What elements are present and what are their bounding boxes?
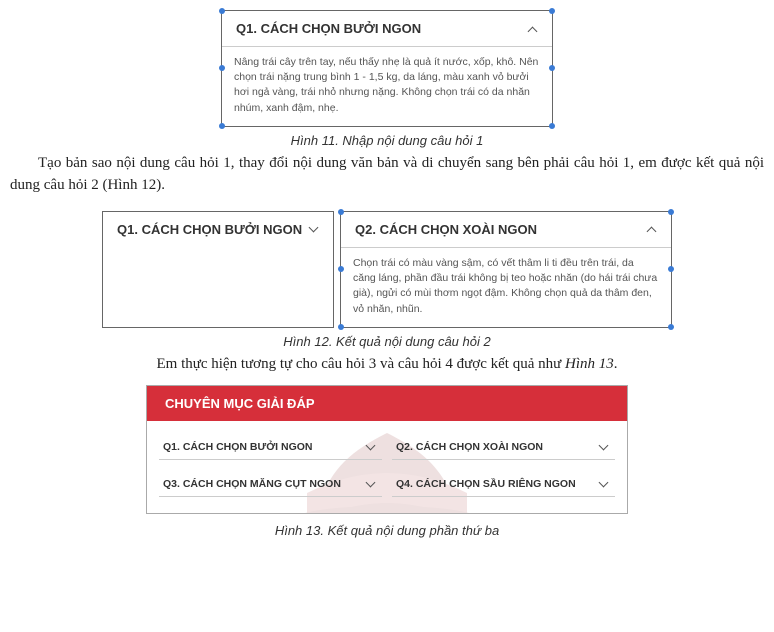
paragraph-1: Tạo bản sao nội dung câu hỏi 1, thay đổi… — [10, 152, 764, 197]
chevron-up-icon — [528, 24, 538, 34]
faq-section: CHUYÊN MỤC GIẢI ĐÁP Q1. CÁCH CHỌN BƯỞI N… — [146, 385, 628, 514]
accordion-title: Q1. CÁCH CHỌN BƯỞI NGON — [236, 21, 421, 36]
accordion-title: Q1. CÁCH CHỌN BƯỞI NGON — [117, 222, 302, 237]
chevron-down-icon — [366, 479, 376, 489]
figure-11: Q1. CÁCH CHỌN BƯỞI NGON Nâng trái cây tr… — [10, 10, 764, 148]
selection-handle — [549, 123, 555, 129]
selection-handle — [549, 65, 555, 71]
accordion-q4[interactable]: Q4. CÁCH CHỌN SẦU RIÊNG NGON — [392, 472, 615, 497]
chevron-down-icon — [599, 479, 609, 489]
figure-12: Q1. CÁCH CHỌN BƯỞI NGON Q2. CÁCH CHỌN XO… — [10, 211, 764, 349]
paragraph-2-text-a: Em thực hiện tương tự cho câu hỏi 3 và c… — [156, 356, 565, 372]
accordion-body: Chọn trái có màu vàng sậm, có vết thâm l… — [341, 248, 671, 327]
figure-caption: Hình 13. Kết quả nội dung phần thứ ba — [10, 523, 764, 538]
chevron-down-icon — [599, 442, 609, 452]
paragraph-2-text-c: . — [614, 356, 618, 372]
accordion-q3[interactable]: Q3. CÁCH CHỌN MĂNG CỤT NGON — [159, 472, 382, 497]
selection-handle — [338, 209, 344, 215]
figure-caption: Hình 11. Nhập nội dung câu hỏi 1 — [10, 133, 764, 148]
accordion-header[interactable]: Q1. CÁCH CHỌN BƯỞI NGON — [103, 212, 333, 247]
accordion-header[interactable]: Q2. CÁCH CHỌN XOÀI NGON — [341, 212, 671, 248]
accordion-q1[interactable]: Q1. CÁCH CHỌN BƯỞI NGON — [159, 435, 382, 460]
accordion-q1-selected[interactable]: Q1. CÁCH CHỌN BƯỞI NGON Nâng trái cây tr… — [221, 10, 553, 127]
paragraph-1-text: Tạo bản sao nội dung câu hỏi 1, thay đổi… — [10, 155, 764, 194]
accordion-title: Q2. CÁCH CHỌN XOÀI NGON — [396, 441, 543, 453]
selection-handle — [338, 324, 344, 330]
accordion-title: Q4. CÁCH CHỌN SẦU RIÊNG NGON — [396, 478, 576, 490]
selection-handle — [219, 123, 225, 129]
accordion-q2-selected[interactable]: Q2. CÁCH CHỌN XOÀI NGON Chọn trái có màu… — [340, 211, 672, 328]
accordion-body: Nâng trái cây trên tay, nếu thấy nhẹ là … — [222, 47, 552, 126]
accordion-header[interactable]: Q1. CÁCH CHỌN BƯỞI NGON — [222, 11, 552, 47]
selection-handle — [668, 209, 674, 215]
accordion-title: Q1. CÁCH CHỌN BƯỞI NGON — [163, 441, 313, 453]
section-header: CHUYÊN MỤC GIẢI ĐÁP — [147, 386, 627, 421]
accordion-q2[interactable]: Q2. CÁCH CHỌN XOÀI NGON — [392, 435, 615, 460]
selection-handle — [219, 8, 225, 14]
chevron-up-icon — [647, 224, 657, 234]
selection-handle — [668, 266, 674, 272]
accordion-q1-collapsed[interactable]: Q1. CÁCH CHỌN BƯỞI NGON — [102, 211, 334, 328]
chevron-down-icon — [366, 442, 376, 452]
chevron-down-icon — [309, 224, 319, 234]
selection-handle — [549, 8, 555, 14]
selection-handle — [668, 324, 674, 330]
accordion-title: Q2. CÁCH CHỌN XOÀI NGON — [355, 222, 537, 237]
figure-caption: Hình 12. Kết quả nội dung câu hỏi 2 — [10, 334, 764, 349]
paragraph-2: Em thực hiện tương tự cho câu hỏi 3 và c… — [10, 353, 764, 376]
figure-13: CHUYÊN MỤC GIẢI ĐÁP Q1. CÁCH CHỌN BƯỞI N… — [10, 385, 764, 538]
accordion-title: Q3. CÁCH CHỌN MĂNG CỤT NGON — [163, 478, 341, 490]
paragraph-2-ref: Hình 13 — [565, 356, 614, 372]
